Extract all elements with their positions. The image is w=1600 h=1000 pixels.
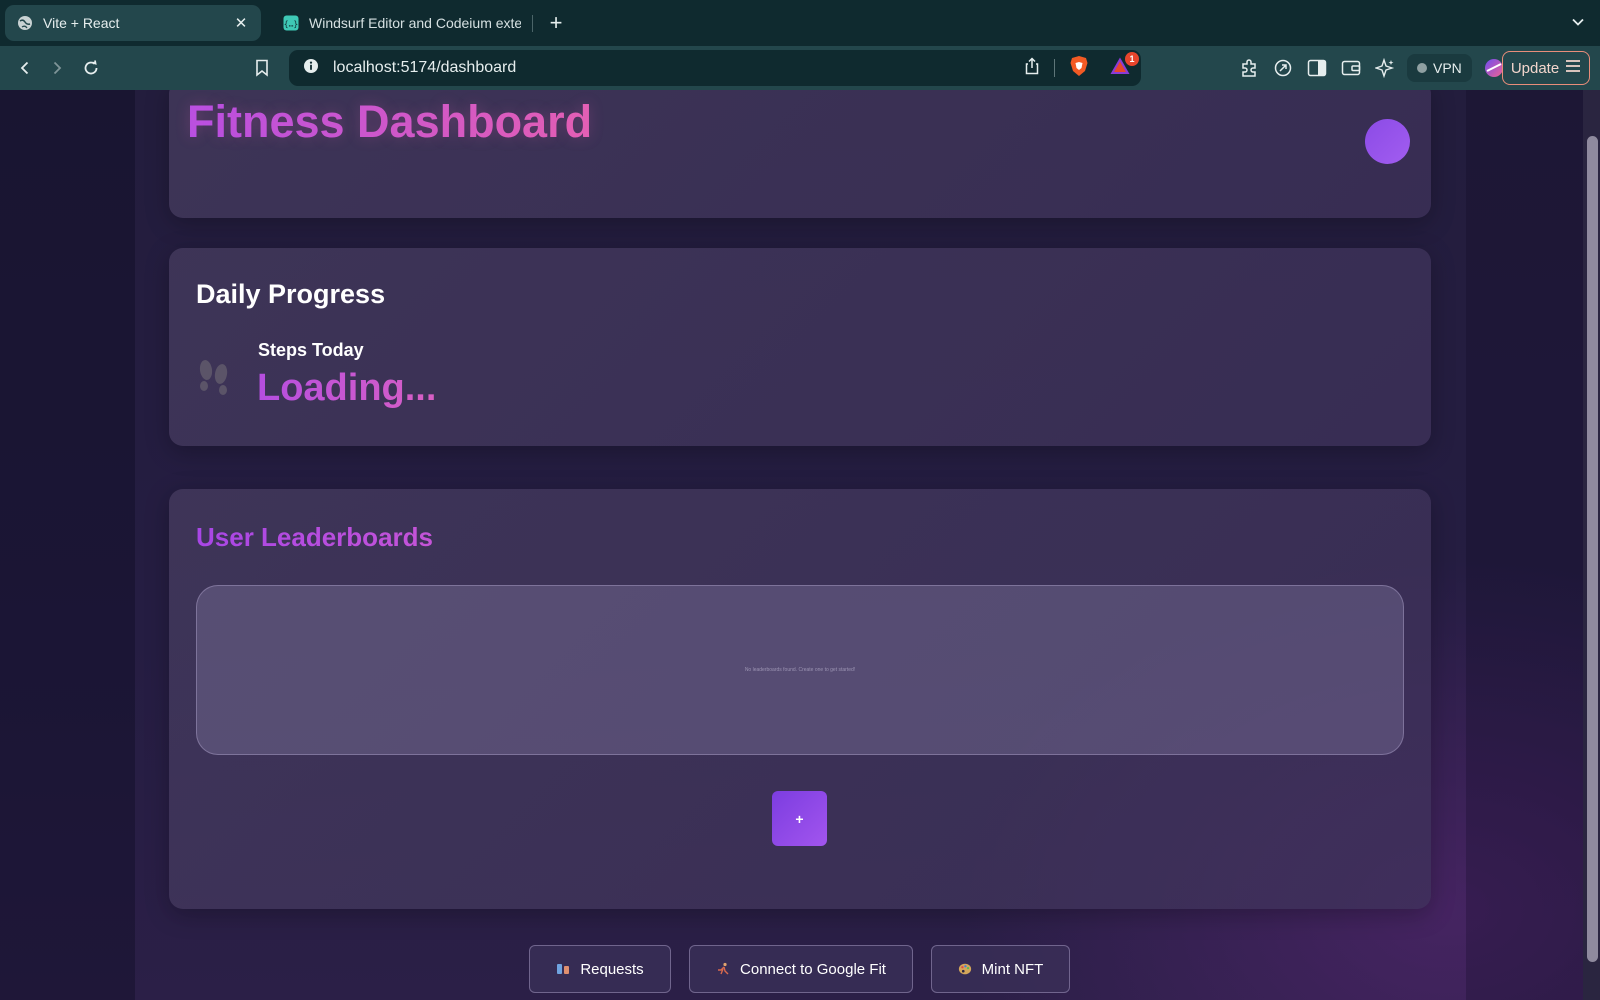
leaderboards-heading: User Leaderboards (196, 522, 433, 552)
vpn-label: VPN (1433, 60, 1462, 76)
mint-nft-button[interactable]: Mint NFT (931, 945, 1070, 993)
share-icon[interactable] (1024, 56, 1040, 80)
requests-icon (556, 962, 570, 976)
daily-progress-card: Daily Progress Steps Today Loading... (169, 248, 1431, 446)
tab-separator (532, 15, 533, 32)
extension-toolbar: VPN (1237, 54, 1506, 82)
tab-title: Vite + React (43, 15, 120, 31)
footprints-icon (195, 354, 233, 396)
brave-shields-icon[interactable] (1069, 55, 1089, 82)
user-avatar[interactable] (1365, 119, 1410, 164)
requests-label: Requests (580, 960, 644, 978)
vpn-button[interactable]: VPN (1407, 54, 1472, 82)
sparkle-icon[interactable] (1373, 56, 1397, 80)
google-fit-label: Connect to Google Fit (740, 960, 886, 978)
add-leaderboard-button[interactable]: + (772, 791, 827, 846)
back-icon[interactable] (13, 56, 37, 80)
extensions-puzzle-icon[interactable] (1237, 56, 1261, 80)
connect-google-fit-button[interactable]: Connect to Google Fit (689, 945, 913, 993)
tab-windsurf[interactable]: {…} Windsurf Editor and Codeium exte (271, 5, 533, 41)
browser-toolbar: localhost:5174/dashboard 1 VPN Update (0, 46, 1600, 90)
leaderboards-card: User Leaderboards No leaderboards found.… (169, 489, 1431, 909)
steps-today-label: Steps Today (258, 340, 364, 360)
menu-icon (1565, 59, 1581, 77)
sidebar-toggle-icon[interactable] (1305, 56, 1329, 80)
globe-icon (17, 15, 33, 31)
page-viewport: Fitness Dashboard Daily Progress Steps T… (0, 90, 1600, 1000)
page-gutter-left (0, 90, 135, 1000)
dashboard-header-card: Fitness Dashboard (169, 90, 1431, 218)
scrollbar-thumb[interactable] (1587, 136, 1598, 962)
leaderboard-empty-message: No leaderboards found. Create one to get… (744, 667, 856, 673)
tab-title: Windsurf Editor and Codeium exte (309, 15, 521, 31)
leo-ai-icon[interactable] (1271, 56, 1295, 80)
vpn-status-icon (1417, 63, 1427, 73)
tab-vite-react[interactable]: Vite + React ✕ (5, 5, 261, 41)
reload-icon[interactable] (79, 56, 103, 80)
browser-tab-bar: Vite + React ✕ {…} Windsurf Editor and C… (0, 0, 1600, 46)
runner-icon (716, 962, 730, 976)
svg-text:{…}: {…} (284, 20, 298, 29)
url-divider (1054, 59, 1055, 77)
steps-today-value: Loading... (257, 367, 437, 409)
palette-icon (958, 962, 972, 976)
site-info-icon[interactable] (303, 58, 319, 79)
wallet-icon[interactable] (1339, 56, 1363, 80)
url-text: localhost:5174/dashboard (333, 59, 517, 76)
notification-badge: 1 (1125, 51, 1139, 66)
bookmark-icon[interactable] (250, 56, 274, 80)
leaderboard-list: No leaderboards found. Create one to get… (196, 585, 1404, 755)
close-tab-icon[interactable]: ✕ (233, 15, 249, 32)
update-label: Update (1510, 59, 1560, 77)
page-gutter-right (1466, 90, 1586, 1000)
address-bar[interactable]: localhost:5174/dashboard 1 (289, 50, 1141, 86)
codeium-icon: {…} (283, 15, 299, 31)
daily-progress-heading: Daily Progress (196, 279, 386, 309)
chevron-down-icon[interactable] (1568, 12, 1588, 32)
forward-icon[interactable] (45, 56, 69, 80)
page-title: Fitness Dashboard (187, 96, 593, 147)
brave-rewards-icon[interactable]: 1 (1109, 51, 1139, 81)
update-button[interactable]: Update (1502, 51, 1590, 85)
new-tab-button[interactable]: + (543, 9, 569, 37)
mint-nft-label: Mint NFT (981, 960, 1044, 978)
requests-button[interactable]: Requests (529, 945, 671, 993)
